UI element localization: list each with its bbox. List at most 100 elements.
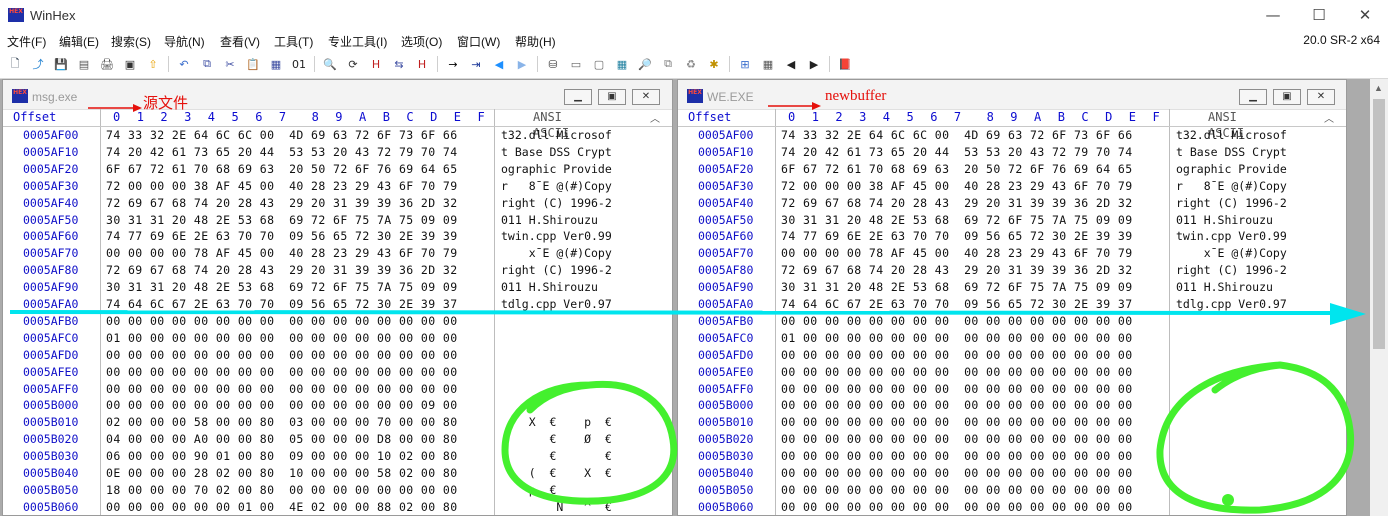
row-ansi-text[interactable]: x¯E @(#)Copy (501, 245, 612, 262)
paste-special-icon[interactable]: ▦ (267, 55, 285, 73)
row-offset[interactable]: 0005AFA0 (698, 296, 753, 313)
row-hex-bytes[interactable]: 00 00 00 00 00 00 01 00 4E 02 00 00 88 0… (106, 499, 458, 515)
row-hex-bytes[interactable]: 00 00 00 00 78 AF 45 00 40 28 23 29 43 6… (106, 245, 458, 262)
row-offset[interactable]: 0005B000 (698, 397, 753, 414)
scrollbar-thumb[interactable] (1373, 99, 1385, 349)
find-hex-icon[interactable]: H (367, 55, 385, 73)
row-offset[interactable]: 0005B010 (698, 414, 753, 431)
main-vertical-scrollbar[interactable]: ▲ (1370, 79, 1388, 516)
row-offset[interactable]: 0005AFC0 (23, 330, 78, 347)
row-offset[interactable]: 0005B060 (698, 499, 753, 515)
row-ansi-text[interactable]: 011 H.Shirouzu (501, 212, 612, 229)
row-hex-bytes[interactable]: 72 69 67 68 74 20 28 43 29 20 31 39 39 3… (781, 195, 1133, 212)
row-ansi-text[interactable]: t Base DSS Crypt (501, 144, 612, 161)
row-hex-bytes[interactable]: 72 00 00 00 38 AF 45 00 40 28 23 29 43 6… (781, 178, 1133, 195)
next-icon[interactable]: ▶ (805, 55, 823, 73)
menu-search[interactable]: 搜索(S) (111, 33, 151, 50)
row-hex-bytes[interactable]: 6F 67 72 61 70 68 69 63 20 50 72 6F 76 6… (106, 161, 458, 178)
row-offset[interactable]: 0005AF00 (698, 127, 753, 144)
row-hex-bytes[interactable]: 74 33 32 2E 64 6C 6C 00 4D 69 63 72 6F 7… (106, 127, 458, 144)
row-hex-bytes[interactable]: 72 69 67 68 74 20 28 43 29 20 31 39 39 3… (106, 262, 458, 279)
plugin-icon[interactable]: ✱ (705, 55, 723, 73)
cut-icon[interactable]: ✂ (221, 55, 239, 73)
row-hex-bytes[interactable]: 00 00 00 00 00 00 00 00 00 00 00 00 00 0… (781, 414, 1133, 431)
row-offset[interactable]: 0005AF50 (23, 212, 78, 229)
row-hex-bytes[interactable]: 00 00 00 00 00 00 00 00 00 00 00 00 00 0… (781, 499, 1133, 515)
replace-icon[interactable]: ⇆ (390, 55, 408, 73)
row-offset[interactable]: 0005AF90 (23, 279, 78, 296)
replace-hex-icon[interactable]: H (413, 55, 431, 73)
row-hex-bytes[interactable]: 30 31 31 20 48 2E 53 68 69 72 6F 75 7A 7… (106, 279, 458, 296)
find-icon[interactable]: 🔍 (321, 55, 339, 73)
row-offset[interactable]: 0005AFB0 (23, 313, 78, 330)
row-ansi-text[interactable]: 011 H.Shirouzu (1176, 212, 1287, 229)
row-offset[interactable]: 0005AFE0 (23, 364, 78, 381)
row-hex-bytes[interactable]: 74 64 6C 67 2E 63 70 70 09 56 65 72 30 2… (106, 296, 458, 313)
row-offset[interactable]: 0005AF70 (698, 245, 753, 262)
row-ansi-text[interactable]: twin.cpp Ver0.99 (501, 228, 612, 245)
menu-navigation[interactable]: 导航(N) (164, 33, 205, 50)
minimize-button[interactable]: — (1250, 0, 1296, 31)
row-offset[interactable]: 0005AF80 (698, 262, 753, 279)
clone-icon[interactable]: ⧉ (659, 55, 677, 73)
menu-options[interactable]: 选项(O) (401, 33, 442, 50)
row-ansi-text[interactable]: r 8¯E @(#)Copy (1176, 178, 1287, 195)
offset-header[interactable]: Offset (13, 109, 56, 125)
forward-icon[interactable]: ▶ (513, 55, 531, 73)
row-hex-bytes[interactable]: 00 00 00 00 00 00 00 00 00 00 00 00 00 0… (106, 347, 458, 364)
row-offset[interactable]: 0005B020 (23, 431, 78, 448)
child-minimize-button[interactable]: ▁ (1239, 89, 1267, 105)
menu-specialist-tools[interactable]: 专业工具(I) (328, 33, 387, 50)
row-ansi-text[interactable]: 011 H.Shirouzu (1176, 279, 1287, 296)
row-hex-bytes[interactable]: 74 77 69 6E 2E 63 70 70 09 56 65 72 30 2… (106, 228, 458, 245)
offset-header[interactable]: Offset (688, 109, 731, 125)
child-minimize-button[interactable]: ▁ (564, 89, 592, 105)
menu-help[interactable]: 帮助(H) (515, 33, 556, 50)
row-hex-bytes[interactable]: 74 20 42 61 73 65 20 44 53 53 20 43 72 7… (781, 144, 1133, 161)
row-hex-bytes[interactable]: 30 31 31 20 48 2E 53 68 69 72 6F 75 7A 7… (781, 212, 1133, 229)
book-icon[interactable]: 📕 (836, 55, 854, 73)
row-ansi-text[interactable]: N ^ € (501, 499, 611, 515)
row-offset[interactable]: 0005B050 (23, 482, 78, 499)
row-offset[interactable]: 0005AF90 (698, 279, 753, 296)
row-ansi-text[interactable]: right (C) 1996-2 (1176, 262, 1287, 279)
row-offset[interactable]: 0005AF20 (698, 161, 753, 178)
row-hex-bytes[interactable]: 06 00 00 00 90 01 00 80 09 00 00 00 10 0… (106, 448, 458, 465)
hdd-icon[interactable]: ▢ (590, 55, 608, 73)
row-offset[interactable]: 0005AF60 (23, 228, 78, 245)
row-ansi-text[interactable]: twin.cpp Ver0.99 (1176, 228, 1287, 245)
row-hex-bytes[interactable]: 6F 67 72 61 70 68 69 63 20 50 72 6F 76 6… (781, 161, 1133, 178)
row-ansi-text[interactable]: t32.dll Microsof (501, 127, 612, 144)
open-folder-icon[interactable]: ⇧ (144, 55, 162, 73)
menu-edit[interactable]: 编辑(E) (59, 33, 99, 50)
row-hex-bytes[interactable]: 00 00 00 00 78 AF 45 00 40 28 23 29 43 6… (781, 245, 1133, 262)
row-hex-bytes[interactable]: 00 00 00 00 00 00 00 00 00 00 00 00 00 0… (106, 381, 458, 398)
print-icon[interactable]: 🖨 (98, 55, 116, 73)
editor-window-source[interactable]: HEX msg.exe ▁ ▣ ✕ Offset 0 1 2 3 4 5 6 7 8 9 A B C D E F… (2, 79, 673, 516)
row-hex-bytes[interactable]: 18 00 00 00 70 02 00 80 00 00 00 00 00 0… (106, 482, 458, 499)
row-hex-bytes[interactable]: 00 00 00 00 00 00 00 00 00 00 00 00 00 0… (781, 465, 1133, 482)
row-offset[interactable]: 0005AF00 (23, 127, 78, 144)
row-offset[interactable]: 0005AF10 (23, 144, 78, 161)
properties-icon[interactable]: ▣ (121, 55, 139, 73)
row-hex-bytes[interactable]: 00 00 00 00 00 00 00 00 00 00 00 00 00 0… (781, 397, 1133, 414)
row-offset[interactable]: 0005B030 (23, 448, 78, 465)
row-offset[interactable]: 0005AF20 (23, 161, 78, 178)
row-hex-bytes[interactable]: 00 00 00 00 00 00 00 00 00 00 00 00 00 0… (781, 448, 1133, 465)
row-ansi-text[interactable]: € Ø € (501, 431, 611, 448)
row-hex-bytes[interactable]: 0E 00 00 00 28 02 00 80 10 00 00 00 58 0… (106, 465, 458, 482)
row-hex-bytes[interactable]: 00 00 00 00 00 00 00 00 00 00 00 00 00 0… (106, 397, 458, 414)
row-hex-bytes[interactable]: 00 00 00 00 00 00 00 00 00 00 00 00 00 0… (781, 381, 1133, 398)
row-offset[interactable]: 0005AF80 (23, 262, 78, 279)
row-offset[interactable]: 0005AFA0 (23, 296, 78, 313)
recover-icon[interactable]: ♻ (682, 55, 700, 73)
panel-scroll-up-icon[interactable]: ︿ (1324, 110, 1334, 125)
row-hex-bytes[interactable]: 00 00 00 00 00 00 00 00 00 00 00 00 00 0… (781, 431, 1133, 448)
row-offset[interactable]: 0005AF40 (698, 195, 753, 212)
row-hex-bytes[interactable]: 02 00 00 00 58 00 00 80 03 00 00 00 70 0… (106, 414, 458, 431)
menu-window[interactable]: 窗口(W) (457, 33, 500, 50)
row-ansi-text[interactable]: x¯E @(#)Copy (1176, 245, 1287, 262)
row-offset[interactable]: 0005B020 (698, 431, 753, 448)
save-icon[interactable]: 💾 (52, 55, 70, 73)
close-button[interactable]: ✕ (1342, 0, 1388, 31)
